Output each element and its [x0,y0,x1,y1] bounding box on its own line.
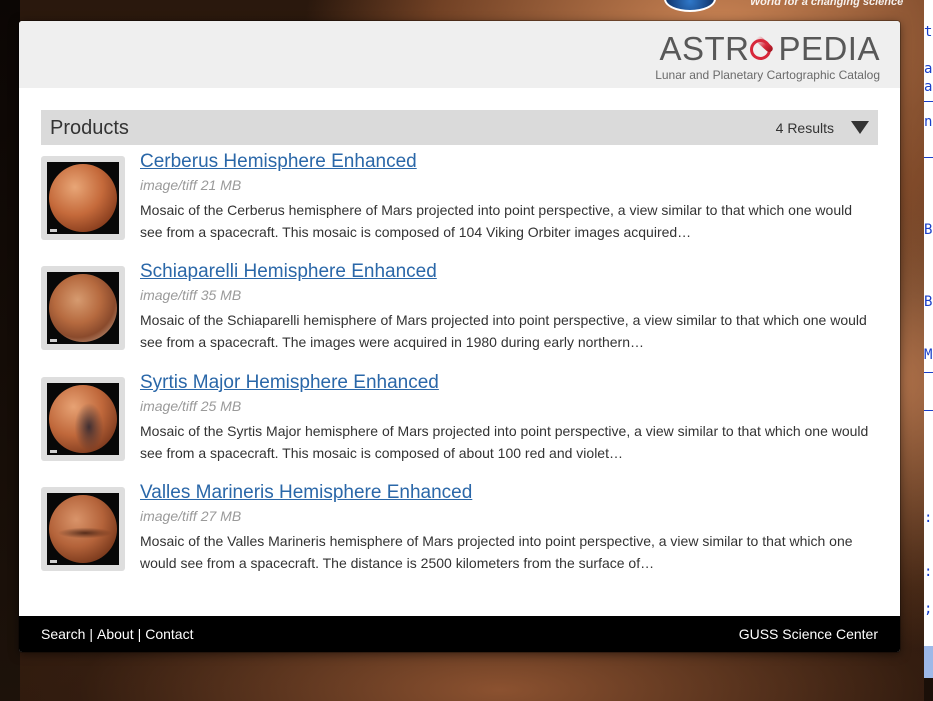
footer-link-search[interactable]: Search [41,626,85,642]
side-code-strip: t a a n B B M : : ; [924,0,933,701]
brand-name-end: PEDIA [778,30,880,67]
products-header-bar: Products 4 Results [41,110,878,145]
brand-name-start: ASTR [659,30,750,67]
result-file-info: image/tiff 35 MB [140,287,242,303]
result-title-link[interactable]: Schiaparelli Hemisphere Enhanced [140,261,437,283]
footer-center-name[interactable]: GUSS Science Center [739,626,878,642]
mars-image [47,272,119,344]
result-description: Mosaic of the Schiaparelli hemisphere of… [140,312,867,350]
results-count: 4 Results [775,120,834,136]
astropedia-logo[interactable]: ASTR PEDIA Lunar and Planetary Cartograp… [655,31,880,83]
side-code-char: : [924,564,933,580]
side-code-rule [924,372,933,373]
mars-image [47,162,119,234]
background-tagline: World for a changing science [750,0,904,8]
panel-footer: Search | About | Contact GUSS Science Center [19,616,900,652]
footer-nav: Search | About | Contact [41,626,193,642]
result-file-info: image/tiff 21 MB [140,177,242,193]
result-thumbnail[interactable] [41,156,125,240]
side-code-char: B [924,222,933,238]
side-code-char: a [924,79,933,95]
footer-link-about[interactable]: About [97,626,134,642]
result-description: Mosaic of the Syrtis Major hemisphere of… [140,423,869,461]
side-code-char: B [924,294,933,310]
mars-globe-icon [49,495,117,563]
footer-link-contact[interactable]: Contact [145,626,193,642]
mars-globe-icon [49,164,117,232]
side-code-char: ; [924,601,933,617]
result-title-link[interactable]: Cerberus Hemisphere Enhanced [140,151,417,173]
background-logo-icon [664,0,716,12]
result-item-cerberus: Cerberus Hemisphere Enhanced image/tiff … [41,151,878,251]
mars-image [47,493,119,565]
collapse-results-button[interactable] [850,120,870,136]
result-title-link[interactable]: Valles Marineris Hemisphere Enhanced [140,482,472,504]
side-code-char: a [924,61,933,77]
result-item-schiaparelli: Schiaparelli Hemisphere Enhanced image/t… [41,261,878,361]
side-code-rule [924,157,933,158]
side-strip-gap [924,678,933,701]
result-item-syrtis-major: Syrtis Major Hemisphere Enhanced image/t… [41,372,878,472]
footer-separator: | [89,626,93,642]
footer-separator: | [137,626,142,642]
catalog-panel: ASTR PEDIA Lunar and Planetary Cartograp… [19,21,900,652]
side-code-rule [924,101,933,102]
result-thumbnail[interactable] [41,487,125,571]
caret-down-icon [851,121,869,134]
mars-image [47,383,119,455]
result-thumbnail[interactable] [41,266,125,350]
side-code-char: t [924,24,933,40]
comet-o-icon [750,34,777,63]
result-description: Mosaic of the Valles Marineris hemispher… [140,533,853,571]
side-code-char: M [924,347,933,363]
brand-wordmark: ASTR PEDIA [659,31,880,67]
brand-subtitle: Lunar and Planetary Cartographic Catalog [655,68,880,82]
result-description: Mosaic of the Cerberus hemisphere of Mar… [140,202,853,240]
result-thumbnail[interactable] [41,377,125,461]
result-title-link[interactable]: Syrtis Major Hemisphere Enhanced [140,372,439,394]
result-file-info: image/tiff 27 MB [140,508,242,524]
side-code-rule [924,410,933,411]
products-title: Products [50,117,129,139]
result-item-valles-marineris: Valles Marineris Hemisphere Enhanced ima… [41,482,878,582]
mars-globe-icon [49,385,117,453]
result-file-info: image/tiff 25 MB [140,398,242,414]
side-code-char: n [924,114,933,130]
side-code-char: : [924,510,933,526]
panel-header: ASTR PEDIA Lunar and Planetary Cartograp… [19,21,900,88]
mars-globe-icon [49,274,117,342]
